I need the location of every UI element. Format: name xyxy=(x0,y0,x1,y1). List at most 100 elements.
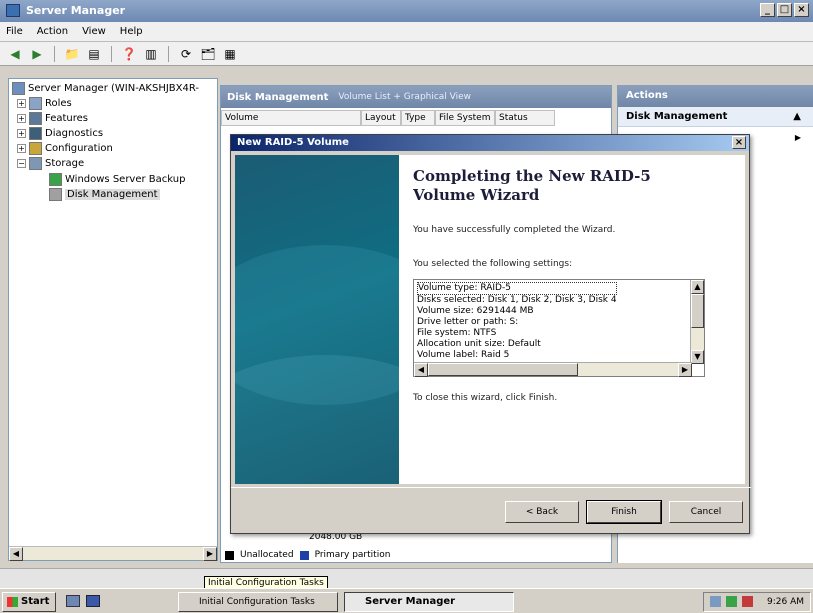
server-manager-icon xyxy=(6,4,20,17)
wizard-content: Completing the New RAID-5 Volume Wizard … xyxy=(399,155,745,484)
dialog-close-button[interactable]: × xyxy=(732,136,746,149)
raid5-wizard-dialog: New RAID-5 Volume × Completing the New R… xyxy=(230,134,751,534)
column-header-layout[interactable]: Layout xyxy=(361,110,401,126)
wizard-close-hint: To close this wizard, click Finish. xyxy=(413,393,558,403)
scroll-left-icon[interactable]: ◀ xyxy=(414,363,428,377)
wizard-success-text: You have successfully completed the Wiza… xyxy=(413,225,616,235)
setting-line: Drive letter or path: S: xyxy=(417,317,519,327)
actions-section-disk-management[interactable]: Disk Management ▲ xyxy=(618,107,813,127)
server-manager-quicklaunch-icon[interactable] xyxy=(66,595,80,607)
horizontal-scroll-thumb[interactable] xyxy=(428,363,578,376)
task-initial-configuration[interactable]: Initial Configuration Tasks xyxy=(178,592,338,612)
pane-header: Disk Management Volume List + Graphical … xyxy=(221,86,611,108)
disk-legend: Unallocated Primary partition xyxy=(225,550,390,560)
vertical-scroll-thumb[interactable] xyxy=(691,294,704,328)
tree-item-windows-server-backup[interactable]: Windows Server Backup xyxy=(49,173,185,186)
up-folder-icon[interactable]: 📁 xyxy=(63,45,81,63)
legend-primary-partition: Primary partition xyxy=(314,550,391,560)
actions-title: Actions xyxy=(618,85,813,107)
dialog-title: New RAID-5 Volume xyxy=(237,137,349,148)
scroll-right-icon[interactable]: ▶ xyxy=(203,547,217,561)
expand-icon[interactable]: + xyxy=(17,114,26,123)
tree-label: Configuration xyxy=(45,143,113,154)
system-tray: 9:26 AM xyxy=(703,592,811,612)
scroll-down-icon[interactable]: ▼ xyxy=(691,350,704,364)
clock[interactable]: 9:26 AM xyxy=(767,593,804,611)
tree-label: Storage xyxy=(45,158,85,169)
expand-icon[interactable]: + xyxy=(17,99,26,108)
navigation-tree: Server Manager (WIN-AKSHJBX4R- + Roles +… xyxy=(8,78,218,561)
finish-button[interactable]: Finish xyxy=(586,500,662,524)
roles-icon xyxy=(29,97,42,110)
column-header-status[interactable]: Status xyxy=(495,110,555,126)
tree-item-root[interactable]: Server Manager (WIN-AKSHJBX4R- xyxy=(12,82,199,95)
column-header-type[interactable]: Type xyxy=(401,110,435,126)
show-desktop-icon[interactable] xyxy=(86,595,100,607)
toolbar-separator xyxy=(111,45,112,62)
security-icon[interactable] xyxy=(726,596,737,607)
properties-icon[interactable]: 🗂 xyxy=(199,45,217,63)
setting-line: Disks selected: Disk 1, Disk 2, Disk 3, … xyxy=(417,295,617,305)
disk-management-icon xyxy=(49,188,62,201)
tree-horizontal-scrollbar[interactable]: ◀ ▶ xyxy=(9,546,217,561)
scroll-right-icon[interactable]: ▶ xyxy=(678,363,692,377)
task-server-manager[interactable]: Server Manager xyxy=(344,592,514,612)
backup-icon xyxy=(49,173,62,186)
tree-item-features[interactable]: + Features xyxy=(17,112,88,125)
minimize-button[interactable]: _ xyxy=(760,3,775,17)
network-icon[interactable] xyxy=(710,596,721,607)
tree-item-disk-management[interactable]: Disk Management xyxy=(49,188,160,201)
wizard-banner-image xyxy=(235,155,399,484)
dialog-titlebar[interactable]: New RAID-5 Volume × xyxy=(231,135,749,151)
forward-arrow-icon[interactable]: ▶ xyxy=(28,45,46,63)
start-button[interactable]: Start xyxy=(2,592,56,612)
menu-help[interactable]: Help xyxy=(120,26,143,37)
menu-action[interactable]: Action xyxy=(37,26,68,37)
settings-summary-box[interactable]: Volume type: RAID-5 Disks selected: Disk… xyxy=(413,279,705,377)
tree-item-storage[interactable]: − Storage xyxy=(17,157,84,170)
refresh-icon[interactable]: ⟳ xyxy=(177,45,195,63)
settings-horizontal-scrollbar[interactable]: ◀ ▶ xyxy=(414,362,692,377)
toolbar-separator xyxy=(168,45,169,62)
primary-partition-swatch xyxy=(299,550,309,560)
help-icon[interactable]: ❓ xyxy=(120,45,138,63)
tree-label: Roles xyxy=(45,98,72,109)
show-action-pane-icon[interactable]: ▥ xyxy=(142,45,160,63)
close-button[interactable]: × xyxy=(794,3,809,17)
cancel-button[interactable]: Cancel xyxy=(669,501,743,523)
scroll-up-icon[interactable]: ▲ xyxy=(691,280,704,294)
settings-list: Volume type: RAID-5 Disks selected: Disk… xyxy=(417,282,617,361)
setting-line: Volume type: RAID-5 xyxy=(417,282,617,295)
taskbar: Start Initial Configuration Tasks Server… xyxy=(0,588,813,613)
diagnostics-icon xyxy=(29,127,42,140)
menu-file[interactable]: File xyxy=(6,26,23,37)
show-hide-tree-icon[interactable]: ▤ xyxy=(85,45,103,63)
more-actions-arrow-icon[interactable]: ▶ xyxy=(795,133,801,142)
back-button[interactable]: < Back xyxy=(505,501,579,523)
settings-vertical-scrollbar[interactable]: ▲ ▼ xyxy=(690,280,704,364)
task-label: Initial Configuration Tasks xyxy=(199,597,315,607)
window-titlebar[interactable]: Server Manager _ □ × xyxy=(0,0,813,22)
legend-unallocated: Unallocated xyxy=(240,550,294,560)
back-arrow-icon[interactable]: ◀ xyxy=(6,45,24,63)
storage-icon xyxy=(29,157,42,170)
tree-item-configuration[interactable]: + Configuration xyxy=(17,142,113,155)
tree-label: Server Manager (WIN-AKSHJBX4R- xyxy=(28,83,200,94)
menu-view[interactable]: View xyxy=(82,26,106,37)
alert-icon[interactable] xyxy=(742,596,753,607)
tree-label: Features xyxy=(45,113,88,124)
server-icon xyxy=(12,82,25,95)
column-header-file-system[interactable]: File System xyxy=(435,110,495,126)
expand-icon[interactable]: + xyxy=(17,144,26,153)
scroll-left-icon[interactable]: ◀ xyxy=(9,547,23,561)
expand-icon[interactable]: + xyxy=(17,129,26,138)
maximize-button[interactable]: □ xyxy=(777,3,792,17)
collapse-arrow-icon[interactable]: ▲ xyxy=(793,107,801,127)
column-header-volume[interactable]: Volume xyxy=(221,110,361,126)
tree-label: Windows Server Backup xyxy=(65,174,186,185)
tree-item-roles[interactable]: + Roles xyxy=(17,97,72,110)
disk-view-icon[interactable]: ▦ xyxy=(221,45,239,63)
tree-item-diagnostics[interactable]: + Diagnostics xyxy=(17,127,103,140)
collapse-icon[interactable]: − xyxy=(17,159,26,168)
tree-label: Disk Management xyxy=(65,189,160,200)
